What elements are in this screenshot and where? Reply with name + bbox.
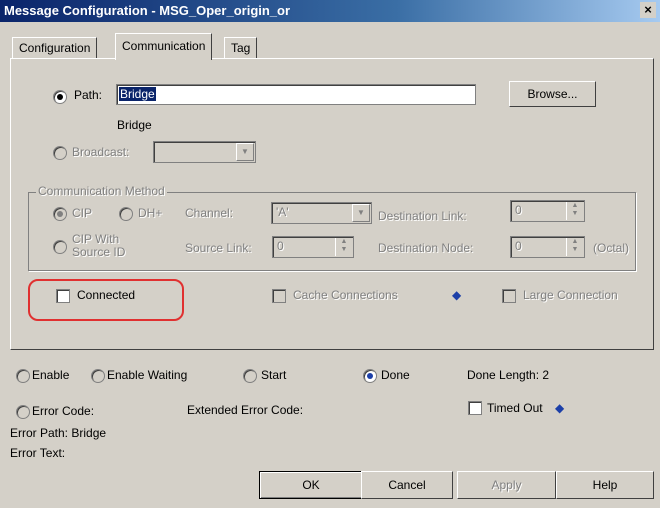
help-button[interactable]: Help xyxy=(556,471,654,499)
broadcast-label: Broadcast: xyxy=(72,145,130,159)
tab-label: Communication xyxy=(122,39,206,53)
tab-label: Configuration xyxy=(19,41,91,55)
cip-radio[interactable] xyxy=(53,207,67,221)
start-status-label: Start xyxy=(261,368,287,382)
connected-checkbox[interactable] xyxy=(56,289,70,303)
dhplus-label: DH+ xyxy=(138,206,163,220)
path-input[interactable]: Bridge xyxy=(116,84,476,105)
spinner-icon[interactable]: ▲ ▼ xyxy=(566,238,583,256)
channel-select[interactable]: 'A' ▼ xyxy=(271,202,372,224)
spinner-icon[interactable]: ▲ ▼ xyxy=(335,238,352,256)
error-text-label: Error Text: xyxy=(10,446,66,460)
tab-configuration[interactable]: Configuration xyxy=(12,37,98,59)
ok-button[interactable]: OK xyxy=(259,471,363,499)
path-radio[interactable] xyxy=(53,90,67,104)
cip-source-label: CIP With Source ID xyxy=(72,233,125,259)
channel-value: 'A' xyxy=(276,205,289,219)
destination-link-value: 0 xyxy=(515,203,522,217)
done-status-label: Done xyxy=(381,368,410,382)
large-connection-label: Large Connection xyxy=(523,288,618,302)
broadcast-select[interactable]: ▼ xyxy=(153,141,256,163)
apply-button[interactable]: Apply xyxy=(457,471,556,499)
help-button-label: Help xyxy=(592,478,618,492)
source-link-input[interactable]: 0 ▲ ▼ xyxy=(272,236,354,258)
pointer-arrow-icon: ◆ xyxy=(452,288,462,302)
destination-node-value: 0 xyxy=(515,239,522,253)
cip-source-radio[interactable] xyxy=(53,240,67,254)
start-status-indicator xyxy=(243,369,257,383)
enable-status-indicator xyxy=(16,369,30,383)
timed-out-checkbox xyxy=(468,401,482,415)
browse-button[interactable]: Browse... xyxy=(509,81,596,107)
channel-label: Channel: xyxy=(185,206,234,220)
large-connection-checkbox[interactable] xyxy=(502,289,516,303)
timed-out-label: Timed Out xyxy=(487,401,543,415)
destination-node-input[interactable]: 0 ▲ ▼ xyxy=(510,236,585,258)
cache-connections-checkbox[interactable] xyxy=(272,289,286,303)
error-code-label: Error Code: xyxy=(32,404,95,418)
source-link-label: Source Link: xyxy=(185,241,252,255)
chevron-down-icon: ▼ xyxy=(236,143,254,161)
chevron-down-icon: ▼ xyxy=(352,204,370,222)
cip-source-label-line2: Source ID xyxy=(72,245,126,259)
title-bar: Message Configuration - MSG_Oper_origin_… xyxy=(0,0,660,22)
enable-waiting-status-label: Enable Waiting xyxy=(107,368,188,382)
tab-label: Tag xyxy=(231,41,251,55)
pointer-arrow-icon: ◆ xyxy=(555,401,565,415)
path-label: Path: xyxy=(74,88,103,102)
enable-status-label: Enable xyxy=(32,368,70,382)
source-link-value: 0 xyxy=(277,239,284,253)
cancel-button-label: Cancel xyxy=(388,478,426,492)
done-length-label: Done Length: 2 xyxy=(467,368,550,382)
tab-tag[interactable]: Tag xyxy=(224,37,258,59)
destination-link-label: Destination Link: xyxy=(378,209,467,223)
error-code-indicator xyxy=(16,405,30,419)
resolved-path: Bridge xyxy=(117,118,152,132)
window-title: Message Configuration - MSG_Oper_origin_… xyxy=(4,3,291,18)
destination-link-input[interactable]: 0 ▲ ▼ xyxy=(510,200,585,222)
communication-method-label: Communication Method xyxy=(36,184,167,198)
close-icon[interactable]: × xyxy=(640,2,656,18)
destination-node-label: Destination Node: xyxy=(378,241,474,255)
cancel-button[interactable]: Cancel xyxy=(361,471,453,499)
enable-waiting-status-indicator xyxy=(91,369,105,383)
ok-button-label: OK xyxy=(302,478,320,492)
tab-communication[interactable]: Communication xyxy=(115,33,213,60)
browse-button-label: Browse... xyxy=(527,87,578,101)
apply-button-label: Apply xyxy=(491,478,522,492)
error-path-label: Error Path: Bridge xyxy=(10,426,107,440)
cache-connections-label: Cache Connections xyxy=(293,288,398,302)
dhplus-radio[interactable] xyxy=(119,207,133,221)
path-input-value: Bridge xyxy=(119,87,156,101)
octal-label: (Octal) xyxy=(593,241,629,255)
spinner-icon[interactable]: ▲ ▼ xyxy=(566,202,583,220)
done-status-indicator xyxy=(363,369,377,383)
cip-label: CIP xyxy=(72,206,93,220)
cip-source-label-line1: CIP With xyxy=(72,232,120,246)
extended-error-code-label: Extended Error Code: xyxy=(187,403,304,417)
broadcast-radio[interactable] xyxy=(53,146,67,160)
connected-label: Connected xyxy=(77,288,136,302)
